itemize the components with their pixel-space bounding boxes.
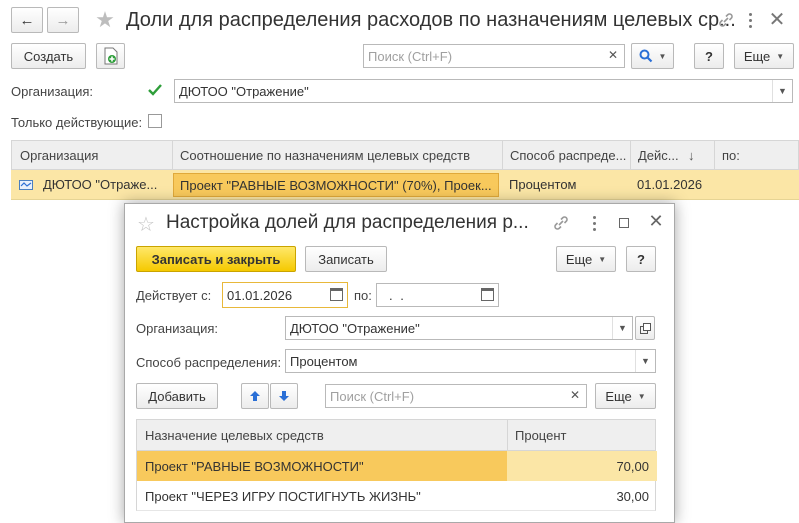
move-up-button[interactable]: [241, 383, 269, 409]
column-header-ratio[interactable]: Соотношение по назначениям целевых средс…: [172, 141, 502, 169]
arrow-left-icon: ←: [19, 11, 35, 29]
sort-down-icon: ↓: [688, 148, 695, 163]
column-header-valid-from[interactable]: Дейс...: [630, 141, 714, 169]
settings-dialog: ☆ Настройка долей для распределения р...…: [124, 203, 675, 523]
nav-back-button[interactable]: ←: [11, 7, 43, 33]
link-icon[interactable]: [717, 11, 735, 29]
dialog-more2-button[interactable]: Еще ▼: [595, 383, 656, 409]
favorite-star-icon[interactable]: ☆: [137, 212, 155, 237]
only-active-label: Только действующие:: [11, 115, 143, 130]
only-active-checkbox[interactable]: [148, 114, 162, 128]
arrow-right-icon: →: [55, 11, 71, 29]
save-button[interactable]: Записать: [305, 246, 387, 272]
chevron-down-icon: ▼: [776, 51, 785, 61]
window-title: Доли для распределения расходов по назна…: [126, 9, 736, 31]
calendar-icon[interactable]: [481, 288, 494, 301]
method-label: Способ распределения:: [136, 355, 282, 370]
dialog-org-field[interactable]: ДЮТОО "Отражение" ▼: [285, 316, 633, 340]
cell-percent: 70,00: [507, 451, 657, 481]
more-button[interactable]: Еще ▼: [734, 43, 794, 69]
add-document-icon: [104, 47, 117, 65]
table-row[interactable]: ДЮТОО "Отраже... Проект "РАВНЫЕ ВОЗМОЖНО…: [11, 170, 799, 200]
cell-purpose: Проект "ЧЕРЕЗ ИГРУ ПОСТИГНУТЬ ЖИЗНЬ": [145, 488, 421, 504]
calendar-icon[interactable]: [330, 288, 343, 301]
chevron-down-icon: ▼: [658, 51, 667, 61]
dialog-search-input[interactable]: Поиск (Ctrl+F) ✕: [325, 384, 587, 408]
cell-valid-from: 01.01.2026: [637, 177, 703, 192]
column-header-organization[interactable]: Организация: [12, 141, 172, 169]
column-header-method[interactable]: Способ распреде...: [502, 141, 630, 169]
checkmark-icon: [148, 84, 162, 96]
create-copy-button[interactable]: [96, 43, 125, 69]
cell-percent: 30,00: [616, 488, 649, 504]
cell-ratio: Проект "РАВНЫЕ ВОЗМОЖНОСТИ" (70%), Проек…: [173, 173, 499, 197]
method-field[interactable]: Процентом ▼: [285, 349, 656, 373]
cell-method: Процентом: [509, 177, 577, 192]
record-icon: [19, 180, 33, 190]
arrow-down-icon: [279, 391, 289, 401]
cell-organization: ДЮТОО "Отраже...: [43, 177, 158, 192]
dialog-more-button[interactable]: Еще ▼: [556, 246, 616, 272]
help-button[interactable]: ?: [694, 43, 724, 69]
dialog-title: Настройка долей для распределения р...: [166, 212, 529, 233]
maximize-icon[interactable]: [619, 218, 629, 228]
chevron-down-icon: ▼: [598, 254, 607, 264]
clear-icon[interactable]: ✕: [570, 388, 580, 402]
dropdown-arrow-icon[interactable]: ▼: [772, 80, 792, 102]
valid-to-label: по:: [354, 288, 372, 303]
table-row[interactable]: Проект "ЧЕРЕЗ ИГРУ ПОСТИГНУТЬ ЖИЗНЬ" 30,…: [136, 481, 656, 511]
cell-purpose: Проект "РАВНЫЕ ВОЗМОЖНОСТИ": [137, 451, 507, 481]
dropdown-arrow-icon[interactable]: ▼: [635, 350, 655, 372]
valid-to-field[interactable]: . .: [376, 283, 499, 307]
table-row[interactable]: Проект "РАВНЫЕ ВОЗМОЖНОСТИ" 70,00: [136, 451, 657, 481]
favorite-star-icon[interactable]: ★: [93, 7, 117, 32]
search-icon: [639, 49, 652, 63]
chevron-down-icon: ▼: [637, 391, 646, 401]
org-filter-label: Организация:: [11, 84, 94, 99]
dialog-org-label: Организация:: [136, 321, 219, 336]
save-and-close-button[interactable]: Записать и закрыть: [136, 246, 296, 272]
column-header-valid-to[interactable]: по:: [714, 141, 799, 169]
more-vert-icon[interactable]: [590, 214, 598, 232]
open-org-button[interactable]: [635, 316, 655, 340]
move-down-button[interactable]: [270, 383, 298, 409]
arrow-up-icon: [250, 391, 260, 401]
more-vert-icon[interactable]: [745, 11, 755, 29]
open-window-icon: [639, 322, 651, 334]
org-filter-checkbox[interactable]: [146, 81, 164, 99]
close-icon[interactable]: ✕: [646, 211, 666, 231]
clear-icon[interactable]: ✕: [608, 48, 618, 62]
dialog-help-button[interactable]: ?: [626, 246, 656, 272]
valid-from-field[interactable]: 01.01.2026: [222, 282, 348, 308]
list-header: Организация Соотношение по назначениям ц…: [11, 140, 799, 170]
valid-from-label: Действует с:: [136, 288, 212, 303]
dialog-table-header: Назначение целевых средств Процент: [136, 419, 656, 451]
dropdown-arrow-icon[interactable]: ▼: [612, 317, 632, 339]
nav-forward-button[interactable]: →: [47, 7, 79, 33]
search-input[interactable]: Поиск (Ctrl+F) ✕: [363, 44, 625, 68]
column-header-purpose[interactable]: Назначение целевых средств: [137, 420, 507, 450]
create-button[interactable]: Создать: [11, 43, 86, 69]
add-button[interactable]: Добавить: [136, 383, 218, 409]
link-icon[interactable]: [552, 214, 570, 232]
org-filter-field[interactable]: ДЮТОО "Отражение" ▼: [174, 79, 793, 103]
search-button[interactable]: ▼: [631, 43, 674, 69]
close-icon[interactable]: ✕: [767, 9, 787, 31]
column-header-percent[interactable]: Процент: [507, 420, 657, 450]
cell-valid-to: [713, 170, 799, 199]
